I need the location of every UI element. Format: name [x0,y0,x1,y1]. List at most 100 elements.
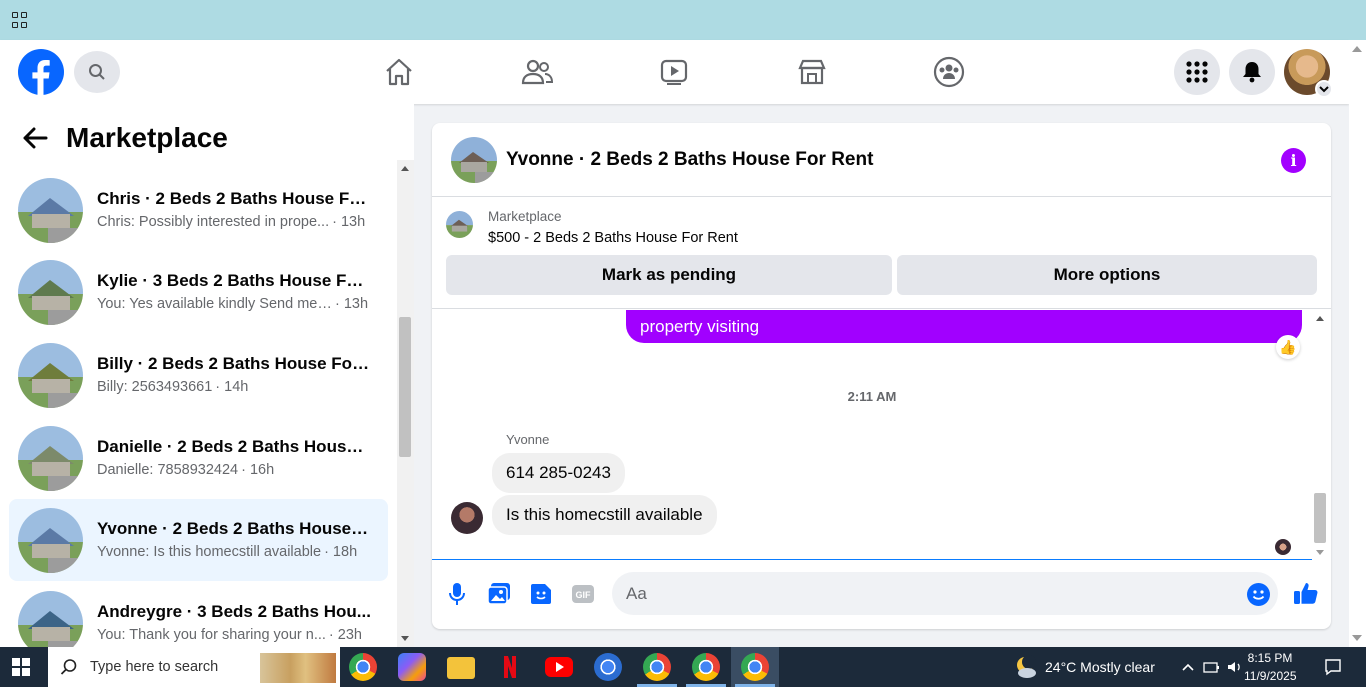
emoji-icon[interactable] [1247,583,1270,606]
conversation-preview-row: You: Yes available kindly Send me ... · 1… [97,294,372,314]
conversation-time: · 23h [328,627,362,643]
bell-icon [1243,62,1261,83]
home-nav-icon[interactable] [383,56,415,88]
chrome-taskbar-icon[interactable] [349,653,377,681]
chevron-down-icon[interactable] [1315,80,1333,98]
chrome-active-taskbar-icon[interactable] [741,653,769,681]
conversation-preview: Danielle: 7858932424 [97,462,239,478]
sidebar-scrollbar[interactable] [397,160,414,647]
conversation-item[interactable]: Andreygre · 3 Beds 2 Baths Hou... You: Th… [9,582,388,647]
conversation-item[interactable]: Danielle · 2 Beds 2 Baths Houses... Danie… [9,417,388,499]
photo-icon[interactable] [486,581,512,607]
conversation-preview-row: Chris: Possibly interested in prope... · … [97,212,372,232]
conversation-time: · 18h [324,544,358,560]
chat-title[interactable]: Yvonne · 2 Beds 2 Baths House For Rent [506,149,873,171]
sender-name: Yvonne [506,432,550,447]
message-composer: GIF [432,563,1331,627]
mark-as-pending-button[interactable]: Mark as pending [446,255,892,295]
page-title: Marketplace [66,122,228,153]
conversation-preview: You: Yes available kindly Send me ... [97,296,332,312]
windows-start-icon[interactable] [12,658,30,676]
weather-text: 24°C Mostly clear [1045,659,1155,675]
more-options-button[interactable]: More options [897,255,1317,295]
sender-avatar[interactable] [451,502,483,534]
weather-widget[interactable]: 24°C Mostly clear [1013,647,1155,687]
search-icon [89,64,105,80]
search-button[interactable] [74,51,120,93]
incoming-message[interactable]: Is this homecstill available [492,495,717,535]
menu-grid-icon [1186,61,1208,83]
outgoing-message-text: property visiting [640,317,760,336]
sticker-icon[interactable] [528,581,554,607]
page-scrollbar[interactable] [1349,40,1366,647]
gif-icon[interactable]: GIF [570,581,596,607]
menu-button[interactable] [1174,49,1220,95]
notification-center-icon[interactable] [1324,658,1342,681]
conversation-item[interactable]: Billy · 2 Beds 2 Baths House For ... Bill… [9,334,388,416]
conversation-title: Yvonne · 2 Beds 2 Baths House F... [97,519,372,538]
conversation-item[interactable]: Yvonne · 2 Beds 2 Baths House F... Yvonne… [9,499,388,581]
friends-nav-icon[interactable] [521,56,553,88]
watch-nav-icon[interactable] [658,56,690,88]
incoming-message[interactable]: 614 285-0243 [492,453,625,493]
info-icon[interactable]: i [1281,148,1306,173]
like-thumbs-up-icon[interactable] [1292,579,1320,607]
system-tray-icons[interactable] [1182,647,1243,687]
listing-thumbnail [18,177,83,243]
message-thread: property visiting 👍 2:11 AM Yvonne 614 2… [432,310,1312,560]
conversation-title: Danielle · 2 Beds 2 Baths Houses... [97,437,372,456]
conversation-time: · 13h [332,214,366,230]
listing-thumbnail[interactable] [446,211,473,238]
sidebar-header: Marketplace [22,120,228,156]
browser-taskbar-icon[interactable] [594,653,622,681]
conversation-preview: You: Thank you for sharing your n... [97,627,326,643]
conversation-time: · 13h [335,296,369,312]
thread-scrollbar[interactable] [1312,310,1329,560]
marketplace-sidebar: Marketplace Chris · 2 Beds 2 Baths House… [0,104,414,647]
netflix-taskbar-icon[interactable] [496,653,524,681]
conversation-item[interactable]: Chris · 2 Beds 2 Baths House For... Chris… [9,169,388,251]
svg-text:GIF: GIF [576,590,592,600]
back-arrow-icon[interactable] [22,127,48,149]
conversation-preview-row: Danielle: 7858932424 · 16h [97,460,372,480]
app-grid-icon[interactable] [12,12,28,28]
conversation-preview-row: Billy: 2563493661 · 14h [97,377,372,397]
listing-avatar[interactable] [451,136,497,183]
conversation-time: · 16h [241,462,275,478]
conversation-title: Kylie · 3 Beds 2 Baths House For ... [97,271,372,290]
notifications-button[interactable] [1229,49,1275,95]
listing-price[interactable]: $500 - 2 Beds 2 Baths House For Rent [488,230,738,246]
conversation-preview-row: Yvonne: Is this homecstill available · 18… [97,542,372,562]
file-explorer-taskbar-icon[interactable] [447,657,475,679]
top-navigation [0,40,1349,104]
message-timestamp: 2:11 AM [847,389,897,404]
listing-thumbnail [18,590,83,647]
battery-plug-icon[interactable] [1203,660,1221,674]
copilot-taskbar-icon[interactable] [398,653,426,681]
chrome-profile-taskbar-icon[interactable] [692,653,720,681]
facebook-logo-icon[interactable] [18,49,64,95]
message-input[interactable] [612,572,1278,615]
conversation-title: Chris · 2 Beds 2 Baths House For... [97,189,372,208]
conversation-preview: Chris: Possibly interested in prope... [97,214,330,230]
thumbs-up-reaction-icon[interactable]: 👍 [1276,335,1300,359]
groups-nav-icon[interactable] [933,56,965,88]
listing-thumbnail [18,342,83,408]
taskbar-clock[interactable]: 8:15 PM 11/9/2025 [1244,649,1297,685]
chevron-up-icon[interactable] [1182,663,1194,671]
chat-panel: Yvonne · 2 Beds 2 Baths House For Rent i… [432,123,1331,629]
conversation-item[interactable]: Kylie · 3 Beds 2 Baths House For ... You:… [9,251,388,333]
chrome-profile-taskbar-icon[interactable] [643,653,671,681]
taskbar-search-box[interactable]: Type here to search [48,647,340,687]
seen-indicator-avatar [1275,539,1291,555]
profile-avatar[interactable] [1284,49,1333,98]
moon-cloud-icon [1017,655,1036,678]
speaker-icon[interactable] [1227,660,1243,674]
marketplace-nav-icon[interactable] [796,56,828,88]
clock-time: 8:15 PM [1247,651,1293,665]
outgoing-message[interactable]: property visiting [626,310,1302,343]
microphone-icon[interactable] [444,581,470,607]
youtube-taskbar-icon[interactable] [545,657,573,677]
search-highlight-image [260,653,336,683]
conversation-list: Chris · 2 Beds 2 Baths House For... Chris… [0,169,396,647]
